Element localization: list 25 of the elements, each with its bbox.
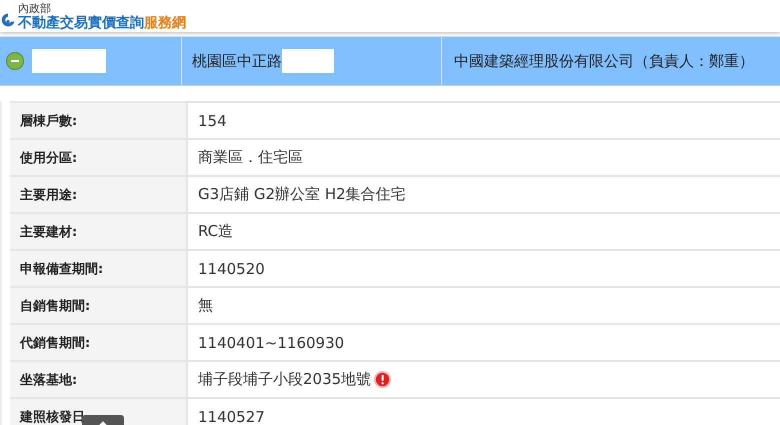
alert-icon[interactable] (373, 370, 392, 389)
result-row[interactable]: 桃園區中正路 中國建築經理股份有限公司（負責人：鄭重） (0, 37, 780, 86)
field-value: 無 (197, 295, 214, 316)
collapse-icon[interactable] (6, 52, 24, 70)
field-value: 1140401~1160930 (197, 332, 346, 354)
field-label: 主要建材: (10, 214, 188, 249)
site-title: 不動產交易實價查詢服務網 (18, 16, 186, 30)
field-value: 埔子段埔子小段2035地號 (188, 362, 780, 397)
field-label: 使用分區: (10, 140, 188, 175)
field-label: 層棟戶數: (10, 103, 188, 138)
field-label: 申報備查期間: (10, 251, 188, 286)
field-value: 商業區．住宅區 (197, 147, 304, 168)
field-value: RC造 (197, 221, 234, 242)
agency-name: 內政部 (18, 2, 52, 14)
field-label: 坐落基地: (10, 362, 188, 397)
field-value: 1140527 (197, 406, 266, 425)
field-label: 主要用途: (10, 177, 188, 212)
redaction-box (282, 49, 334, 73)
address-text: 桃園區中正路 (192, 52, 282, 70)
field-value: G3店鋪 G2辦公室 H2集合住宅 (197, 184, 407, 205)
company-text: 中國建築經理股份有限公司（負責人：鄭重） (454, 52, 754, 70)
field-label: 自銷售期間: (10, 288, 188, 323)
field-label: 代銷售期間: (10, 325, 188, 360)
field-value: 1140520 (197, 258, 266, 280)
field-value: 154 (197, 110, 228, 132)
